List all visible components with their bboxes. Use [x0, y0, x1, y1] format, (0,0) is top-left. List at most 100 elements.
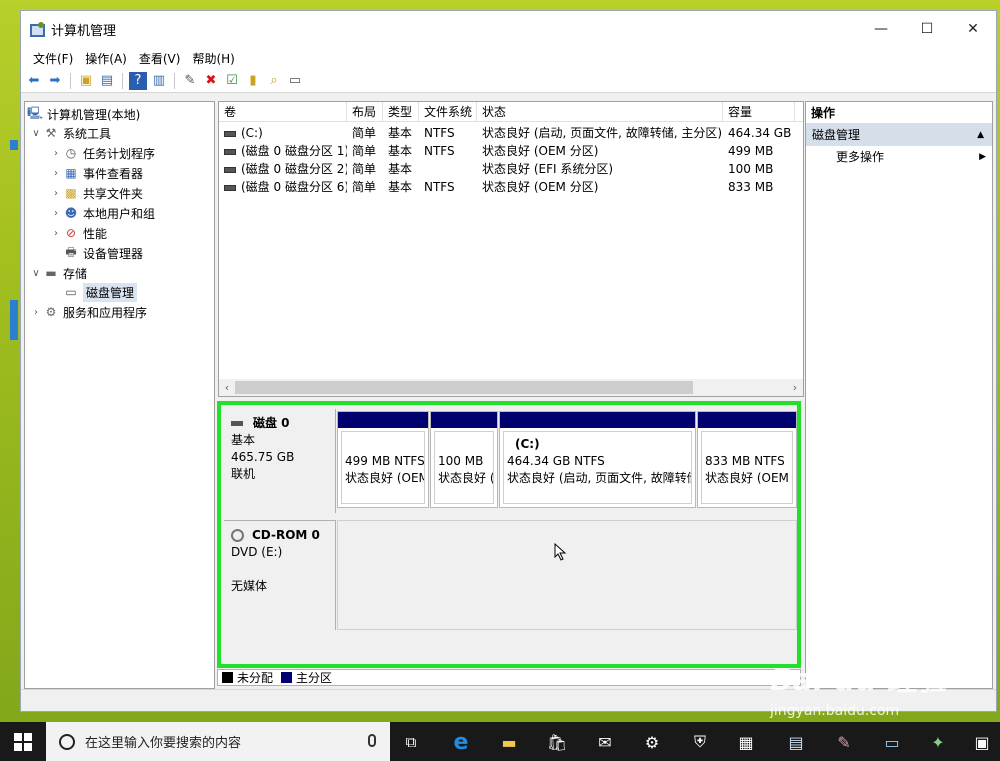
device-manager-icon: 🖶	[65, 244, 77, 259]
maximize-button[interactable]: ☐	[904, 11, 950, 47]
tree-root[interactable]: 🖳 计算机管理(本地)	[27, 104, 140, 124]
cdrom-drive: DVD (E:)	[231, 545, 283, 559]
help-icon[interactable]: ?	[129, 71, 147, 90]
edge-browser-icon[interactable]: e	[447, 728, 475, 756]
drive-icon	[224, 130, 236, 137]
tree-disk-management[interactable]: ▭ 磁盘管理	[63, 282, 138, 302]
tree-services-apps[interactable]: › ⚙ 服务和应用程序	[29, 302, 147, 322]
file-explorer-icon[interactable]: ▬	[495, 728, 523, 756]
tree-local-users[interactable]: › ☻ 本地用户和组	[49, 203, 155, 223]
table-row[interactable]: (磁盘 0 磁盘分区 6) 简单 基本 NTFS 状态良好 (OEM 分区) 8…	[219, 178, 803, 196]
tree-storage-label: 存储	[63, 266, 88, 281]
cdrom-media: 无媒体	[231, 579, 268, 593]
tree-event-viewer[interactable]: › ▦ 事件查看器	[49, 163, 143, 183]
console-icon[interactable]: ▭	[286, 72, 304, 90]
cdrom-name: CD-ROM 0	[252, 528, 320, 542]
defender-shield-icon[interactable]: ⛨	[686, 728, 714, 756]
disk0-name: 磁盘 0	[253, 416, 290, 430]
partition-6[interactable]: 833 MB NTFS 状态良好 (OEM	[697, 411, 797, 508]
partition-status: 状态良好 (	[438, 471, 494, 485]
cdrom-label[interactable]: CD-ROM 0 DVD (E:) 无媒体	[224, 520, 336, 630]
more-actions-label: 更多操作	[836, 150, 885, 164]
column-type[interactable]: 类型	[383, 102, 419, 122]
partition-1[interactable]: 499 MB NTFS 状态良好 (OEM	[337, 411, 429, 508]
row-capacity: 100 MB	[728, 162, 774, 176]
menu-file[interactable]: 文件(F)	[27, 50, 79, 67]
expand-chevron-icon[interactable]: ›	[49, 188, 63, 199]
show-hide-tree-icon[interactable]: ▤	[98, 72, 116, 90]
connect-icon[interactable]: ✎	[181, 72, 199, 90]
store-icon[interactable]: 🛍	[543, 728, 571, 756]
forward-arrow-icon[interactable]: ➡	[46, 72, 64, 90]
scroll-thumb[interactable]	[235, 381, 693, 394]
search-file-icon[interactable]: ⌕	[265, 72, 283, 90]
actions-section-disk-management[interactable]: 磁盘管理 ▲	[806, 124, 992, 146]
column-volume[interactable]: 卷	[219, 102, 347, 122]
start-button[interactable]	[0, 722, 46, 761]
table-row[interactable]: (磁盘 0 磁盘分区 2) 简单 基本 状态良好 (EFI 系统分区) 100 …	[219, 160, 803, 178]
microphone-icon[interactable]	[368, 734, 376, 747]
mail-icon[interactable]: ✉	[591, 728, 619, 756]
cdrom-area[interactable]	[337, 520, 797, 630]
tree-task-scheduler[interactable]: › ◷ 任务计划程序	[49, 143, 155, 163]
task-view-icon[interactable]: ⧉	[397, 728, 425, 756]
row-volume: (磁盘 0 磁盘分区 2)	[241, 162, 347, 176]
column-status[interactable]: 状态	[477, 102, 723, 122]
table-row[interactable]: (磁盘 0 磁盘分区 1) 简单 基本 NTFS 状态良好 (OEM 分区) 4…	[219, 142, 803, 160]
partition-2[interactable]: 100 MB 状态良好 (	[430, 411, 498, 508]
tree-event-viewer-label: 事件查看器	[83, 166, 144, 181]
partition-status: 状态良好 (OEM	[705, 471, 789, 485]
partition-size: 499 MB NTFS	[345, 454, 425, 468]
menu-action[interactable]: 操作(A)	[79, 50, 133, 67]
legend-primary: 主分区	[296, 671, 333, 685]
disk-icon: ▭	[65, 285, 77, 299]
tree-device-manager[interactable]: 🖶 设备管理器	[63, 243, 143, 263]
scroll-right-icon[interactable]: ›	[787, 379, 803, 396]
column-layout[interactable]: 布局	[347, 102, 383, 122]
expand-chevron-icon[interactable]: ›	[49, 168, 63, 179]
scroll-left-icon[interactable]: ‹	[219, 379, 235, 396]
properties-icon[interactable]: ▥	[150, 72, 168, 90]
watermark-url: jingyan.baidu.com	[770, 703, 900, 719]
minimize-button[interactable]: —	[858, 11, 904, 47]
tools-icon: ⚒	[45, 126, 57, 140]
partition-c[interactable]: (C:) 464.34 GB NTFS 状态良好 (启动, 页面文件, 故障转储	[499, 411, 696, 508]
tree-device-manager-label: 设备管理器	[83, 246, 144, 261]
expand-chevron-icon[interactable]: ›	[49, 228, 63, 239]
partition-status: 状态良好 (OEM	[345, 471, 425, 485]
menu-view[interactable]: 查看(V)	[133, 50, 187, 67]
tree-storage[interactable]: ∨ ▬ 存储	[29, 263, 87, 283]
more-actions[interactable]: 更多操作 ▶	[806, 146, 992, 168]
check-icon[interactable]: ☑	[223, 72, 241, 90]
taskbar-search-box[interactable]: 在这里输入你要搜索的内容	[46, 722, 390, 761]
tree-performance[interactable]: › ⊘ 性能	[49, 223, 107, 243]
calculator-icon[interactable]: ▦	[732, 728, 760, 756]
tree-shared-folders[interactable]: › ▩ 共享文件夹	[49, 183, 143, 203]
desktop-icon-fragment	[10, 140, 18, 150]
column-capacity[interactable]: 容量	[723, 102, 795, 122]
expand-chevron-icon[interactable]: ›	[49, 148, 63, 159]
search-placeholder: 在这里输入你要搜索的内容	[85, 736, 242, 751]
disk-graphical-view: 磁盘 0 基本 465.75 GB 联机 499 MB NTFS 状态良好 (O…	[217, 401, 801, 668]
collapse-up-icon[interactable]: ▲	[977, 124, 984, 146]
column-filesystem[interactable]: 文件系统	[419, 102, 477, 122]
collapse-chevron-icon[interactable]: ∨	[29, 128, 43, 139]
table-row[interactable]: (C:) 简单 基本 NTFS 状态良好 (启动, 页面文件, 故障转储, 主分…	[219, 124, 803, 142]
expand-chevron-icon[interactable]: ›	[29, 307, 43, 318]
close-button[interactable]: ✕	[950, 11, 996, 47]
horizontal-scrollbar[interactable]: ‹ ›	[219, 379, 803, 396]
back-arrow-icon[interactable]: ⬅	[25, 72, 43, 90]
collapse-chevron-icon[interactable]: ∨	[29, 268, 43, 279]
settings-gear-icon[interactable]: ⚙	[638, 728, 666, 756]
delete-icon[interactable]: ✖	[202, 72, 220, 90]
new-file-icon[interactable]: ▮	[244, 72, 262, 90]
menu-help[interactable]: 帮助(H)	[186, 50, 240, 67]
row-capacity: 499 MB	[728, 144, 774, 158]
disk0-label[interactable]: 磁盘 0 基本 465.75 GB 联机	[224, 409, 336, 513]
up-folder-icon[interactable]: ▣	[77, 72, 95, 90]
partition-label	[345, 436, 421, 453]
actions-header: 操作	[806, 102, 992, 124]
tree-system-tools[interactable]: ∨ ⚒ 系统工具	[29, 123, 111, 143]
title-bar[interactable]: 计算机管理 — ☐ ✕	[21, 11, 996, 47]
expand-chevron-icon[interactable]: ›	[49, 208, 63, 219]
